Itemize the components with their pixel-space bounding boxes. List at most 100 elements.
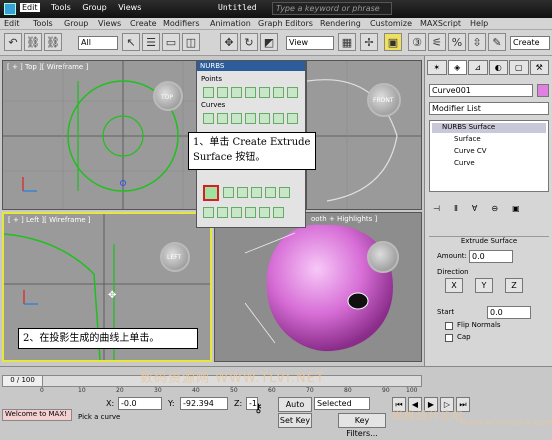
curve-tool-icon[interactable] bbox=[273, 113, 284, 124]
object-color-swatch[interactable] bbox=[537, 84, 549, 97]
move-icon[interactable]: ✥ bbox=[220, 33, 238, 51]
direction-z-button[interactable]: Z bbox=[505, 278, 523, 293]
viewport-front[interactable]: FRONT bbox=[306, 60, 422, 210]
direction-x-button[interactable]: X bbox=[445, 278, 463, 293]
surface-tool-icon[interactable] bbox=[265, 187, 276, 198]
menu-rendering[interactable]: Rendering bbox=[320, 19, 361, 28]
menu-tools[interactable]: Tools bbox=[51, 3, 71, 12]
extrude-surface-rollout-title[interactable]: Extrude Surface bbox=[429, 236, 549, 246]
select-manipulate-icon[interactable]: ✢ bbox=[360, 33, 378, 51]
show-end-result-icon[interactable]: Ⅱ bbox=[454, 204, 458, 218]
display-tab-icon[interactable]: ▢ bbox=[509, 60, 529, 75]
menu-modifiers[interactable]: Modifiers bbox=[163, 19, 200, 28]
hierarchy-tab-icon[interactable]: ⊿ bbox=[468, 60, 488, 75]
surface-tool-icon[interactable] bbox=[237, 187, 248, 198]
modifier-list-select[interactable]: Modifier List bbox=[429, 102, 549, 115]
viewcube-perspective[interactable] bbox=[367, 241, 399, 273]
key-mode-select[interactable]: Selected bbox=[314, 397, 370, 410]
pin-stack-icon[interactable]: ⊣ bbox=[433, 204, 440, 218]
curve-tool-icon[interactable] bbox=[259, 113, 270, 124]
menu-create[interactable]: Create bbox=[130, 19, 157, 28]
stack-item-curve-cv[interactable]: Curve CV bbox=[454, 147, 487, 155]
surface-tool-icon[interactable] bbox=[259, 207, 270, 218]
menu-group-2[interactable]: Group bbox=[64, 19, 88, 28]
start-input[interactable]: 0.0 bbox=[487, 306, 531, 319]
frame-counter[interactable]: 0 / 100 bbox=[3, 376, 43, 386]
key-filters-button[interactable]: Key Filters... bbox=[338, 413, 386, 438]
named-selection-icon[interactable]: ✎ bbox=[488, 33, 506, 51]
object-name-field[interactable]: Curve001 bbox=[429, 84, 533, 97]
utilities-tab-icon[interactable]: ⚒ bbox=[529, 60, 549, 75]
motion-tab-icon[interactable]: ◐ bbox=[488, 60, 508, 75]
y-coordinate[interactable]: -92.394 bbox=[180, 397, 228, 410]
set-key-button[interactable]: Set Key bbox=[278, 413, 312, 428]
selection-filter-select[interactable]: All bbox=[78, 36, 118, 50]
viewport-perspective[interactable]: ooth + Highlights ] bbox=[214, 212, 422, 362]
point-tool-icon[interactable] bbox=[259, 87, 270, 98]
menu-views-2[interactable]: Views bbox=[98, 19, 121, 28]
surface-tool-icon[interactable] bbox=[203, 207, 214, 218]
pivot-icon[interactable]: ▦ bbox=[338, 33, 356, 51]
surface-tool-icon[interactable] bbox=[245, 207, 256, 218]
amount-input[interactable]: 0.0 bbox=[469, 250, 513, 263]
menu-group[interactable]: Group bbox=[82, 3, 106, 12]
curve-tool-icon[interactable] bbox=[245, 113, 256, 124]
select-by-name-icon[interactable]: ☰ bbox=[142, 33, 160, 51]
surface-tool-icon[interactable] bbox=[279, 187, 290, 198]
menu-help[interactable]: Help bbox=[470, 19, 488, 28]
point-tool-icon[interactable] bbox=[245, 87, 256, 98]
curve-tool-icon[interactable] bbox=[231, 113, 242, 124]
curve-tool-icon[interactable] bbox=[217, 113, 228, 124]
surface-tool-icon[interactable] bbox=[273, 207, 284, 218]
undo-icon[interactable]: ↶ bbox=[4, 33, 22, 51]
rotate-icon[interactable]: ↻ bbox=[240, 33, 258, 51]
menu-tools-2[interactable]: Tools bbox=[33, 19, 53, 28]
menu-customize[interactable]: Customize bbox=[370, 19, 412, 28]
surface-tool-icon[interactable] bbox=[217, 207, 228, 218]
point-tool-icon[interactable] bbox=[287, 87, 298, 98]
maxscript-listener[interactable]: Welcome to MAX! bbox=[2, 409, 72, 421]
ref-coord-select[interactable]: View bbox=[286, 36, 334, 50]
snaps-toggle-icon[interactable]: ③ bbox=[408, 33, 426, 51]
stack-item-nurbs-surface[interactable]: NURBS Surface bbox=[432, 123, 546, 133]
point-tool-icon[interactable] bbox=[231, 87, 242, 98]
remove-modifier-icon[interactable]: ⊖ bbox=[491, 204, 498, 218]
region-select-icon[interactable]: ▭ bbox=[162, 33, 180, 51]
menu-maxscript[interactable]: MAXScript bbox=[420, 19, 461, 28]
key-icon[interactable]: ⚷ bbox=[254, 401, 263, 415]
angle-snap-icon[interactable]: ⚟ bbox=[428, 33, 446, 51]
stack-item-surface[interactable]: Surface bbox=[454, 135, 481, 143]
viewport-top[interactable]: [ + ] Top ][ Wireframe ] TOP bbox=[2, 60, 212, 210]
menu-edit-2[interactable]: Edit bbox=[4, 19, 20, 28]
point-tool-icon[interactable] bbox=[273, 87, 284, 98]
direction-y-button[interactable]: Y bbox=[475, 278, 493, 293]
surface-tool-icon[interactable] bbox=[251, 187, 262, 198]
percent-snap-icon[interactable]: % bbox=[448, 33, 466, 51]
surface-tool-icon[interactable] bbox=[223, 187, 234, 198]
curve-tool-icon[interactable] bbox=[203, 113, 214, 124]
make-unique-icon[interactable]: ∀ bbox=[472, 204, 477, 218]
menu-edit[interactable]: Edit bbox=[20, 3, 40, 12]
menu-views[interactable]: Views bbox=[118, 3, 141, 12]
auto-key-button[interactable]: Auto Key bbox=[278, 397, 312, 422]
select-icon[interactable]: ↖ bbox=[122, 33, 140, 51]
unlink-icon[interactable]: ⛓ bbox=[44, 33, 62, 51]
app-icon[interactable] bbox=[4, 3, 16, 15]
link-icon[interactable]: ⛓ bbox=[24, 33, 42, 51]
search-input[interactable]: Type a keyword or phrase bbox=[272, 2, 392, 15]
x-coordinate[interactable]: -0.0 bbox=[118, 397, 162, 410]
point-tool-icon[interactable] bbox=[217, 87, 228, 98]
stack-item-curve[interactable]: Curve bbox=[454, 159, 475, 167]
create-tab-icon[interactable]: ✶ bbox=[427, 60, 447, 75]
create-selection-set[interactable]: Create bbox=[510, 36, 550, 50]
scale-icon[interactable]: ◩ bbox=[260, 33, 278, 51]
spinner-snap-icon[interactable]: ⇳ bbox=[468, 33, 486, 51]
modify-tab-icon[interactable]: ◈ bbox=[447, 60, 467, 75]
menu-animation[interactable]: Animation bbox=[210, 19, 251, 28]
window-crossing-icon[interactable]: ◫ bbox=[182, 33, 200, 51]
cap-checkbox[interactable] bbox=[445, 334, 453, 342]
point-tool-icon[interactable] bbox=[203, 87, 214, 98]
surface-tool-icon[interactable] bbox=[231, 207, 242, 218]
curve-tool-icon[interactable] bbox=[287, 113, 298, 124]
menu-graph-editors[interactable]: Graph Editors bbox=[258, 19, 313, 28]
